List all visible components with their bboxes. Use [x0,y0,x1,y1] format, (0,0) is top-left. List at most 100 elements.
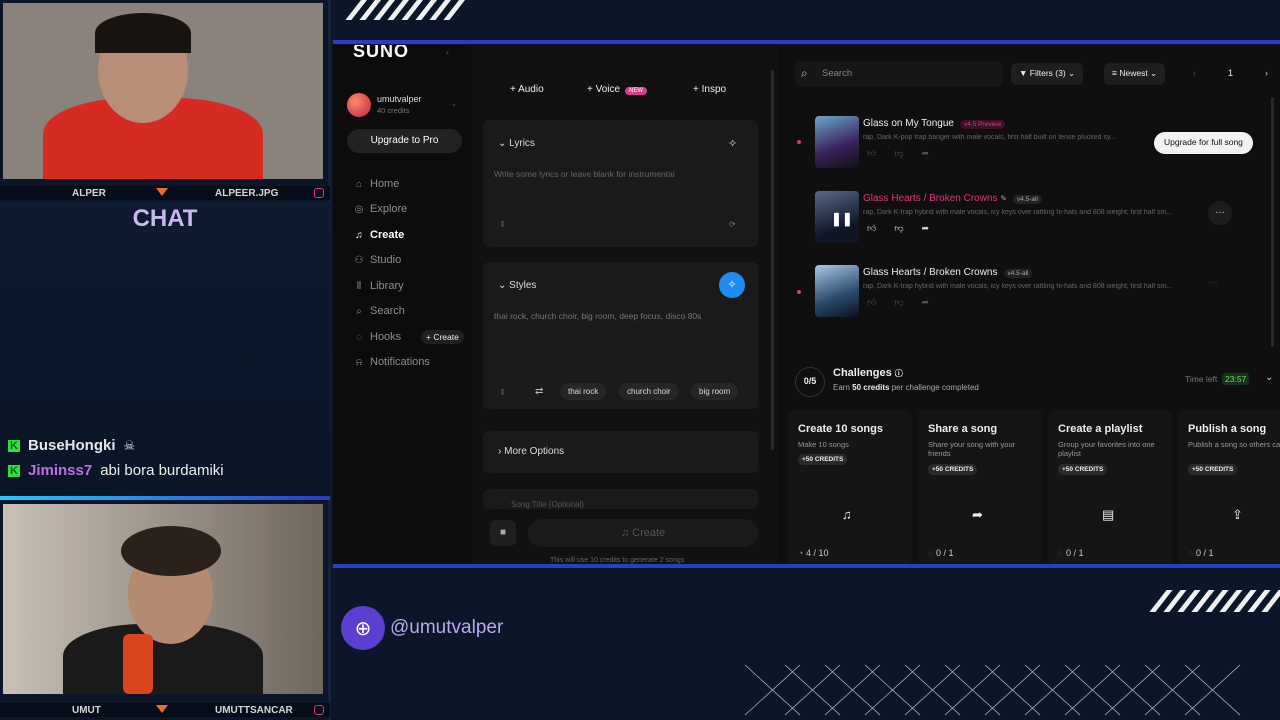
sort-label: Newest [1119,68,1148,78]
page-number[interactable]: 1 [1228,68,1233,78]
challenge-card[interactable]: Create 10 songs Make 10 songs +50 CREDIT… [788,410,912,564]
webcam-alper [3,3,323,179]
chevron-down-icon[interactable]: ⌄ [1265,372,1273,383]
kick-icon: K [8,464,20,477]
song-row[interactable]: Glass Hearts / Broken Crowns v4.5-all rap… [797,263,1273,331]
challenge-card[interactable]: Share a song Share your song with your f… [918,410,1042,564]
song-title-panel[interactable]: Song Title (Optional) [483,489,758,509]
search-placeholder: Search [822,68,853,79]
nav-item-hooks[interactable]: ◌ Hooks [354,331,401,343]
compass-icon: ◎ [354,203,364,215]
challenge-credits: +50 CREDITS [928,464,978,475]
nav-item-create[interactable]: ♫ Create [354,229,404,241]
style-chip[interactable]: church choir [619,383,679,400]
song-thumbnail[interactable] [815,116,859,168]
lyrics-input[interactable]: Write some lyrics or leave blank for ins… [494,169,675,179]
more-options-panel[interactable]: › More Options [483,431,758,473]
edit-icon[interactable]: ✎ [1000,194,1007,203]
styles-input[interactable]: thai rock, church choir, big room, deep … [494,311,701,321]
nav-item-notifications[interactable]: ⍾ Notifications [354,356,430,368]
song-title[interactable]: Glass on My Tongue v4.5 Preview [863,118,1006,129]
nav-item-studio[interactable]: ⚇ Studio [354,254,402,266]
nav-label: Hooks [370,331,402,343]
filters-button[interactable]: ▼ Filters (3) ⌄ [1011,63,1084,85]
challenge-card[interactable]: Publish a song Publish a song so others … [1178,410,1280,564]
chat-text: abi bora burdamiki [100,462,224,479]
song-title-input[interactable]: Song Title (Optional) [511,500,584,509]
more-options-icon[interactable]: … [1208,201,1232,225]
thumbs-down-icon[interactable]: 👎︎ [894,148,903,159]
next-page-icon[interactable]: › [1265,68,1268,78]
lyrics-toggle[interactable]: ⌄ Lyrics [498,138,535,149]
share-icon[interactable]: ➦ [922,297,930,308]
more-options-icon[interactable]: … [1208,275,1218,286]
kick-icon: K [8,439,20,452]
scrollbar[interactable] [771,70,774,450]
thumbs-down-icon[interactable]: 👎︎ [894,223,903,234]
song-row[interactable]: Glass on My Tongue v4.5 Preview rap, Dark… [797,114,1273,182]
style-chip[interactable]: thai rock [560,383,607,400]
song-actions: 👍︎ 👎︎ ➦ [867,297,929,308]
info-icon[interactable]: ⓘ [895,369,903,378]
magic-wand-icon[interactable]: ✧ [728,137,737,150]
song-row[interactable]: ❚❚ Glass Hearts / Broken Crowns ✎ v4.5-al… [803,189,1273,257]
shuffle-icon[interactable]: ⇄ [535,386,543,397]
nav-item-library[interactable]: ⫴ Library [354,280,404,292]
library-icon[interactable]: ⫴ [501,388,504,398]
challenge-desc: Share your song with your friends [928,440,1016,458]
suno-logo[interactable]: SUNO [353,45,409,62]
nav-label: Studio [370,254,402,266]
styles-toggle[interactable]: ⌄ Styles [498,280,536,291]
tab-inspo[interactable]: + Inspo [693,84,726,95]
prev-page-icon[interactable]: ‹ [1193,68,1196,78]
challenge-desc: Publish a song so others can hear it [1188,440,1280,449]
dot-grid-decoration [744,664,1241,716]
challenge-title: Create a playlist [1058,423,1143,435]
avatar[interactable] [347,93,371,117]
magic-wand-button[interactable]: ✧ [719,272,745,298]
trash-icon[interactable]: ■ [490,520,516,546]
tab-audio[interactable]: + Audio [510,84,544,95]
hooks-create-button[interactable]: + Create [421,330,464,344]
tab-voice[interactable]: + Voice NEW [587,84,648,95]
styles-label: Styles [509,280,537,291]
app-frame-top-border [333,40,1280,44]
library-icon[interactable]: ⫴ [501,220,504,230]
song-title[interactable]: Glass Hearts / Broken Crowns ✎ v4.5-all [863,193,1042,204]
collapse-sidebar-icon[interactable]: ‹ [446,47,449,57]
thumbs-up-icon[interactable]: 👍︎ [867,297,876,308]
song-title[interactable]: Glass Hearts / Broken Crowns v4.5-all [863,267,1033,278]
webcam-alper-namebar: ALPER ALPEER.JPG [0,186,330,200]
challenge-title: Create 10 songs [798,423,883,435]
webcam-umut-right-name: UMUTTSANCAR [215,704,293,716]
user-name[interactable]: umutvalper [377,94,422,104]
nav-item-search[interactable]: ⌕ Search [354,305,405,317]
thumbs-up-icon[interactable]: 👍︎ [867,223,876,234]
pause-icon[interactable]: ❚❚ [831,211,853,227]
more-options-toggle[interactable]: › More Options [498,446,564,457]
nav-item-explore[interactable]: ◎ Explore [354,203,408,215]
chevron-down-icon[interactable]: ⌄ [451,100,457,108]
sort-dropdown[interactable]: ≡ Newest ⌄ [1104,63,1166,85]
challenges-header[interactable]: 0/5 Challenges ⓘ Earn 50 credits per cha… [791,361,1280,401]
create-button[interactable]: ♫ Create [528,519,758,547]
nav-item-home[interactable]: ⌂ Home [354,178,399,190]
song-thumbnail[interactable] [815,265,859,317]
nav-label: Notifications [370,356,430,368]
share-icon[interactable]: ➦ [922,148,930,159]
nav-label: Create [370,229,405,241]
thumbs-up-icon[interactable]: 👍︎ [867,148,876,159]
sort-icon: ≡ [1112,68,1117,78]
thumbs-down-icon[interactable]: 👎︎ [894,297,903,308]
nav-label: Search [370,305,405,317]
upgrade-to-pro-button[interactable]: Upgrade to Pro [347,129,462,153]
create-form: + Audio + Voice NEW + Inspo ⌄ Lyrics ✧ Wr… [473,45,778,564]
share-icon[interactable]: ➦ [922,223,930,234]
challenge-card[interactable]: Create a playlist Group your favorites i… [1048,410,1172,564]
refresh-icon[interactable]: ⟳ [729,220,736,229]
style-chip[interactable]: big room [691,383,739,400]
upgrade-full-song-button[interactable]: Upgrade for full song [1154,132,1253,154]
search-field[interactable]: ⌕ Search [795,61,1003,87]
challenge-title: Share a song [928,423,998,435]
song-list-panel: ⌕ Search ▼ Filters (3) ⌄ ≡ Newest ⌄ ‹ 1 … [783,45,1280,564]
